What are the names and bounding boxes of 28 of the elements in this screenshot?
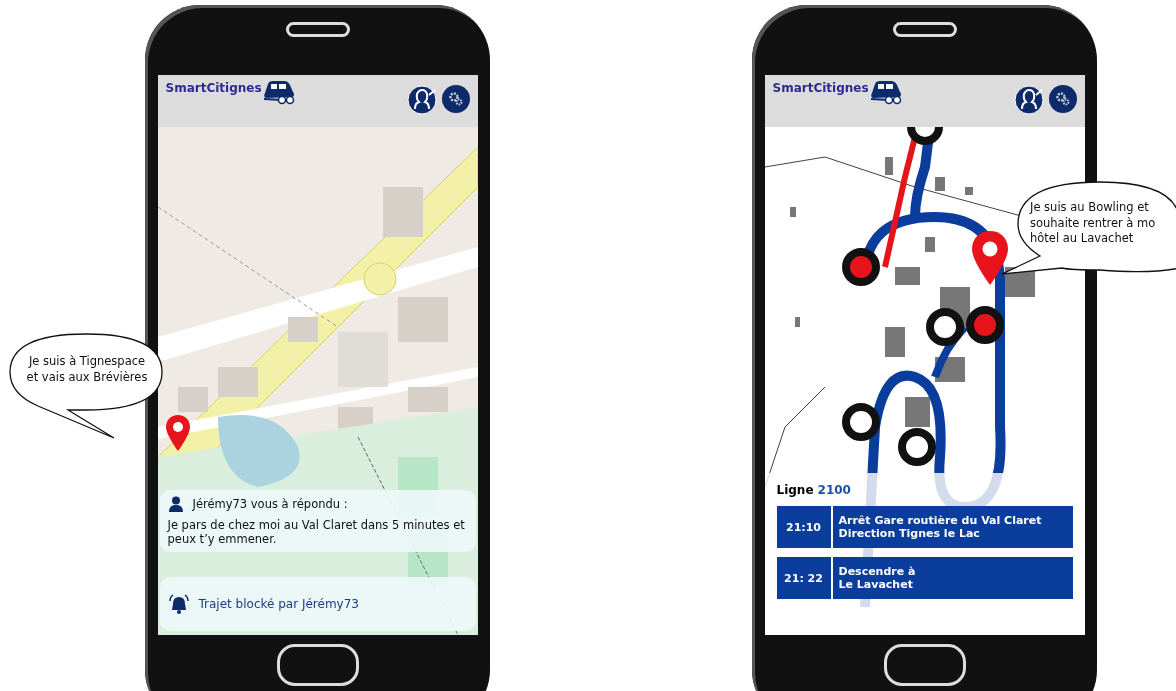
user-edit-icon[interactable] [406, 85, 437, 115]
app-name: SmartCitignes [772, 81, 869, 95]
settings-icon[interactable] [441, 85, 470, 113]
car-logo-icon [868, 79, 903, 105]
home-button[interactable] [883, 644, 966, 686]
step-text: Descendre à Le Lavachet [837, 564, 917, 593]
car-logo-icon [261, 79, 296, 105]
alert-text: Trajet blocké par Jérémy73 [198, 597, 359, 611]
location-pin-icon [971, 231, 1008, 285]
step-time: 21:10 [776, 506, 833, 548]
step-text: Arrêt Gare routière du Val Claret Direction Tignes le Lac [837, 513, 1043, 542]
step-time: 21: 22 [776, 557, 833, 599]
user-edit-icon[interactable] [1013, 85, 1044, 115]
line-label: Ligne [776, 483, 814, 497]
settings-icon[interactable] [1048, 85, 1077, 113]
home-button[interactable] [276, 644, 359, 686]
person-icon [167, 496, 184, 512]
message-text: Je pars de chez moi au Val Claret dans 5 minutes et peux t’y emmener. [167, 518, 466, 546]
speaker-slot [892, 22, 957, 37]
bubble-text: Je suis au Bowling et souhaite rentrer à mo hôtel au Lavachet [1030, 200, 1156, 247]
line-number: 2100 [817, 483, 851, 497]
location-pin-icon [165, 415, 190, 451]
message-author: Jérémy73 vous à répondu : [192, 497, 348, 511]
bubble-text: Je suis à Tignespace et vais aux Brévières [25, 354, 149, 386]
bell-icon [167, 593, 190, 615]
app-name: SmartCitignes [165, 81, 262, 95]
alert-card[interactable]: Trajet blocké par Jérémy73 [159, 577, 476, 631]
speaker-slot [285, 22, 350, 37]
